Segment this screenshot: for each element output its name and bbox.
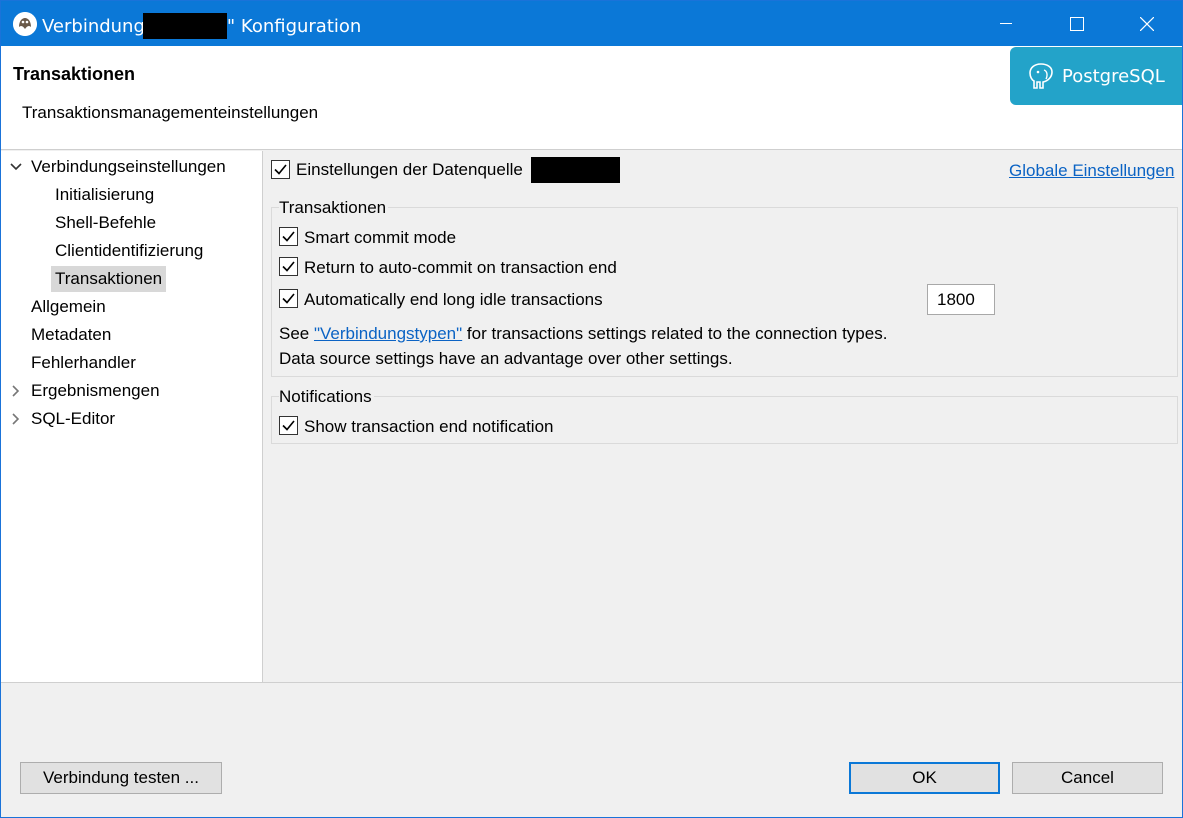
- auto-commit-checkbox[interactable]: [279, 257, 298, 276]
- minimize-icon: [1000, 22, 1012, 24]
- idle-timeout-input[interactable]: 1800: [927, 284, 995, 315]
- info-see-text: See: [279, 324, 310, 343]
- minimize-button[interactable]: [971, 1, 1041, 46]
- title-bar[interactable]: Verbindung " Konfiguration: [1, 1, 1182, 46]
- checkmark-icon: [282, 231, 295, 242]
- datasource-advantage-info: Data source settings have an advantage o…: [279, 349, 733, 368]
- datasource-settings-checkbox[interactable]: [271, 160, 290, 179]
- tree-item-label: Fehlerhandler: [31, 353, 136, 372]
- show-end-notification-checkbox[interactable]: [279, 416, 298, 435]
- connection-types-info: See "Verbindungstypen" for transactions …: [279, 324, 887, 344]
- redacted-connection-name: [142, 13, 227, 39]
- test-connection-button[interactable]: Verbindung testen ...: [20, 762, 222, 794]
- tree-item-label: SQL-Editor: [31, 409, 116, 428]
- tree-item-transaktionen[interactable]: Transaktionen: [51, 266, 167, 292]
- checkmark-icon: [282, 261, 295, 272]
- show-end-notification-label: Show transaction end notification: [304, 417, 554, 436]
- tree-item-initialisierung[interactable]: Initialisierung: [55, 182, 154, 208]
- tree-item-label: Initialisierung: [55, 185, 155, 204]
- maximize-icon: [1070, 16, 1084, 31]
- redacted-datasource-name: [531, 157, 620, 183]
- auto-end-idle-label: Automatically end long idle transactions: [304, 290, 603, 309]
- postgresql-badge: PostgreSQL: [1010, 47, 1182, 105]
- tree-item-shell-befehle[interactable]: Shell-Befehle: [55, 210, 156, 236]
- tree-item-clientidentifizierung[interactable]: Clientidentifizierung: [55, 238, 203, 264]
- tree-item-label: Transaktionen: [55, 269, 163, 288]
- close-button[interactable]: [1112, 1, 1182, 46]
- checkmark-icon: [282, 293, 295, 304]
- tree-item-label: Clientidentifizierung: [55, 241, 204, 260]
- footer-separator: [1, 682, 1182, 683]
- auto-commit-label: Return to auto-commit on transaction end: [304, 258, 617, 277]
- chevron-right-icon[interactable]: [9, 412, 23, 426]
- tree-item-label: Allgemein: [31, 297, 106, 316]
- window-title-prefix: Verbindung: [42, 16, 145, 37]
- tree-item-label: Shell-Befehle: [55, 213, 157, 232]
- tree-item-fehlerhandler[interactable]: Fehlerhandler: [31, 350, 136, 376]
- tree-item-label: Metadaten: [31, 325, 112, 344]
- connection-config-dialog: Verbindung " Konfiguration Transaktionen …: [0, 0, 1183, 818]
- transactions-group-title: Transaktionen: [279, 198, 389, 218]
- ok-button[interactable]: OK: [849, 762, 1000, 794]
- settings-tree: Verbindungseinstellungen Initialisierung…: [1, 151, 263, 682]
- postgresql-label: PostgreSQL: [1062, 65, 1165, 87]
- tree-item-allgemein[interactable]: Allgemein: [31, 294, 106, 320]
- verbindungstypen-link[interactable]: "Verbindungstypen": [314, 324, 462, 343]
- window-title: Verbindung " Konfiguration: [42, 13, 361, 39]
- global-settings-link[interactable]: Globale Einstellungen: [1009, 161, 1174, 181]
- smart-commit-label: Smart commit mode: [304, 228, 457, 247]
- maximize-button[interactable]: [1042, 1, 1112, 46]
- page-title: Transaktionen: [13, 64, 136, 84]
- chevron-right-icon[interactable]: [9, 384, 23, 398]
- checkmark-icon: [274, 164, 287, 175]
- notifications-group-title: Notifications: [279, 387, 374, 407]
- transactions-settings-panel: Einstellungen der Datenquelle Globale Ei…: [265, 151, 1182, 682]
- tree-item-label: Ergebnismengen: [31, 381, 160, 400]
- checkmark-icon: [282, 420, 295, 431]
- tree-item-label: Verbindungseinstellungen: [31, 157, 226, 176]
- cancel-button[interactable]: Cancel: [1012, 762, 1163, 794]
- smart-commit-checkbox[interactable]: [279, 227, 298, 246]
- datasource-settings-label: Einstellungen der Datenquelle: [296, 160, 523, 179]
- page-description: Transaktionsmanagementeinstellungen: [22, 103, 319, 122]
- window-title-suffix: " Konfiguration: [226, 16, 362, 37]
- tree-item-metadaten[interactable]: Metadaten: [31, 322, 111, 348]
- auto-end-idle-checkbox[interactable]: [279, 289, 298, 308]
- info-rest-text: for transactions settings related to the…: [466, 324, 888, 343]
- close-icon: [1140, 16, 1154, 31]
- page-header: Transaktionen Transaktionsmanagementeins…: [1, 46, 1182, 150]
- dbeaver-app-icon: [13, 12, 37, 36]
- postgresql-elephant-icon: [1029, 63, 1053, 89]
- chevron-down-icon[interactable]: [9, 160, 23, 174]
